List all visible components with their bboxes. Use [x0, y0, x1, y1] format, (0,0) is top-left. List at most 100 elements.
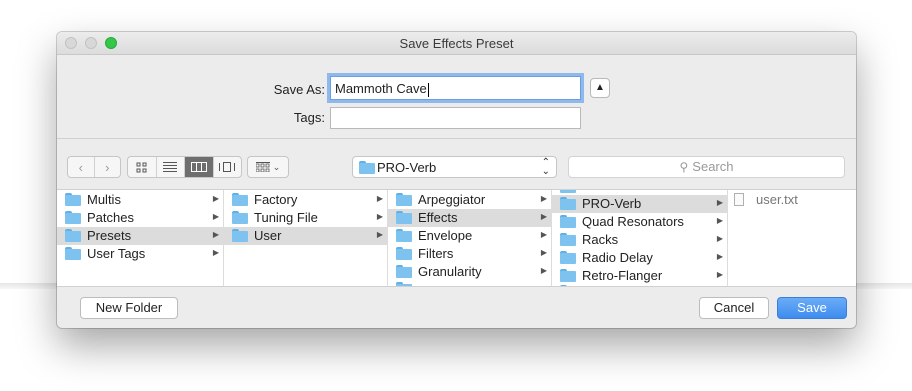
document-icon: [734, 193, 744, 206]
disclosure-arrow-icon: ▶: [716, 270, 723, 279]
back-forward-control: ‹ ›: [67, 156, 121, 178]
view-mode-control: [127, 156, 242, 178]
collapse-browser-button[interactable]: ▲: [590, 78, 610, 98]
tags-label: Tags:: [293, 110, 325, 125]
folder-icon: [359, 161, 375, 174]
disclosure-arrow-icon: ▶: [540, 230, 547, 239]
new-folder-button[interactable]: New Folder: [80, 297, 178, 319]
tags-input[interactable]: [330, 107, 581, 129]
folder-icon: [65, 211, 81, 224]
row-label: Factory: [254, 192, 298, 207]
folder-row[interactable]: Granularity ▶: [388, 263, 551, 281]
folder-row[interactable]: Quad Resonators ▶: [552, 213, 727, 231]
save-dialog: Save Effects Preset Save As: Mammoth Cav…: [57, 32, 856, 328]
row-label: user.txt: [756, 192, 798, 207]
columns-icon: [190, 162, 207, 172]
search-placeholder: Search: [692, 159, 734, 174]
arrange-icon: [255, 162, 270, 172]
divider: [57, 138, 856, 139]
browser-column-4: PRO-Verb ▶ Quad Resonators ▶ Racks ▶ Radio Del…: [552, 190, 728, 286]
disclosure-arrow-icon: ▶: [376, 230, 383, 239]
folder-row[interactable]: Envelope ▶: [388, 227, 551, 245]
folder-icon: [396, 229, 412, 242]
disclosure-arrow-icon: ▶: [212, 230, 219, 239]
cancel-button[interactable]: Cancel: [699, 297, 769, 319]
folder-icon: [560, 190, 576, 193]
disclosure-arrow-icon: ▶: [716, 234, 723, 243]
folder-row[interactable]: User Tags ▶: [57, 245, 223, 263]
save-button[interactable]: Save: [777, 297, 847, 319]
folder-icon: [65, 229, 81, 242]
folder-row[interactable]: Factory ▶: [224, 191, 387, 209]
folder-icon: [560, 215, 576, 228]
folder-icon: [65, 193, 81, 206]
row-label: Patches: [87, 210, 134, 225]
folder-icon: [232, 211, 248, 224]
folder-row[interactable]: PRO-Verb ▶: [552, 195, 727, 213]
folder-row[interactable]: Arpeggiator ▶: [388, 191, 551, 209]
row-label: Retro-Flanger: [582, 268, 663, 283]
arrange-cell: ⌄: [248, 157, 288, 177]
list-view-button[interactable]: [157, 157, 185, 177]
folder-icon: [396, 282, 412, 286]
chevron-right-icon: ›: [105, 159, 110, 175]
search-field[interactable]: ⚲ Search: [568, 156, 845, 178]
save-as-input[interactable]: Mammoth Cave: [330, 76, 581, 100]
folder-row[interactable]: Presets ▶: [57, 227, 223, 245]
icon-view-button[interactable]: [128, 157, 157, 177]
disclosure-arrow-icon: ▶: [212, 194, 219, 203]
arrange-menu-button[interactable]: ⌄: [247, 156, 289, 178]
folder-row[interactable]: Patches ▶: [57, 209, 223, 227]
disclosure-arrow-icon: ▶: [540, 212, 547, 221]
folder-row[interactable]: Radio Delay ▶: [552, 249, 727, 267]
folder-row[interactable]: Retro-Flanger ▶: [552, 267, 727, 285]
folder-icon: [560, 197, 576, 210]
forward-button[interactable]: ›: [95, 157, 121, 177]
list-icon: [163, 162, 178, 172]
row-label: Effects: [418, 210, 458, 225]
folder-icon: [396, 265, 412, 278]
location-label: PRO-Verb: [377, 160, 437, 175]
disclosure-arrow-icon: ▶: [716, 252, 723, 261]
folder-icon: [396, 247, 412, 260]
row-label: Filters: [418, 246, 454, 261]
disclosure-arrow-icon: ▶: [212, 212, 219, 221]
chevron-down-icon: ⌄: [272, 161, 281, 172]
cover-flow-icon: [219, 162, 236, 172]
row-label: Presets: [87, 228, 132, 243]
save-as-label: Save As:: [273, 82, 325, 97]
column-view-button[interactable]: [185, 157, 214, 177]
chevron-up-icon: ▲: [595, 82, 605, 93]
folder-row[interactable]: Effects ▶: [388, 209, 551, 227]
file-row[interactable]: user.txt: [728, 191, 856, 209]
folder-icon: [560, 269, 576, 282]
up-down-arrows-icon: ⌃ ⌄: [541, 157, 550, 177]
cover-flow-view-button[interactable]: [214, 157, 242, 177]
back-button[interactable]: ‹: [68, 157, 95, 177]
disclosure-arrow-icon: ▶: [212, 248, 219, 257]
row-label: Arpeggiator: [418, 192, 486, 207]
column-browser: Multis ▶ Patches ▶ Presets ▶ User Tags ▶ Factor…: [57, 189, 856, 287]
folder-icon: [560, 233, 576, 246]
browser-column-5: user.txt: [728, 190, 856, 286]
folder-icon: [560, 285, 576, 286]
save-as-value: Mammoth Cave: [335, 81, 427, 96]
folder-icon: [232, 229, 248, 242]
folder-row[interactable]: Racks ▶: [552, 231, 727, 249]
disclosure-arrow-icon: ▶: [540, 194, 547, 203]
folder-icon: [396, 211, 412, 224]
row-label: Multis: [87, 192, 121, 207]
search-icon: ⚲: [679, 160, 689, 174]
disclosure-arrow-icon: ▶: [716, 216, 723, 225]
title-bar: Save Effects Preset: [57, 32, 856, 55]
row-label: Radio Delay: [582, 250, 653, 265]
folder-row[interactable]: Tuning File ▶: [224, 209, 387, 227]
folder-row[interactable]: Multis ▶: [57, 191, 223, 209]
folder-icon: [396, 193, 412, 206]
folder-icon: [560, 251, 576, 264]
folder-row[interactable]: User ▶: [224, 227, 387, 245]
folder-row[interactable]: Filters ▶: [388, 245, 551, 263]
location-popup[interactable]: PRO-Verb ⌃ ⌄: [352, 156, 557, 178]
disclosure-arrow-icon: ▶: [376, 194, 383, 203]
folder-icon: [232, 193, 248, 206]
